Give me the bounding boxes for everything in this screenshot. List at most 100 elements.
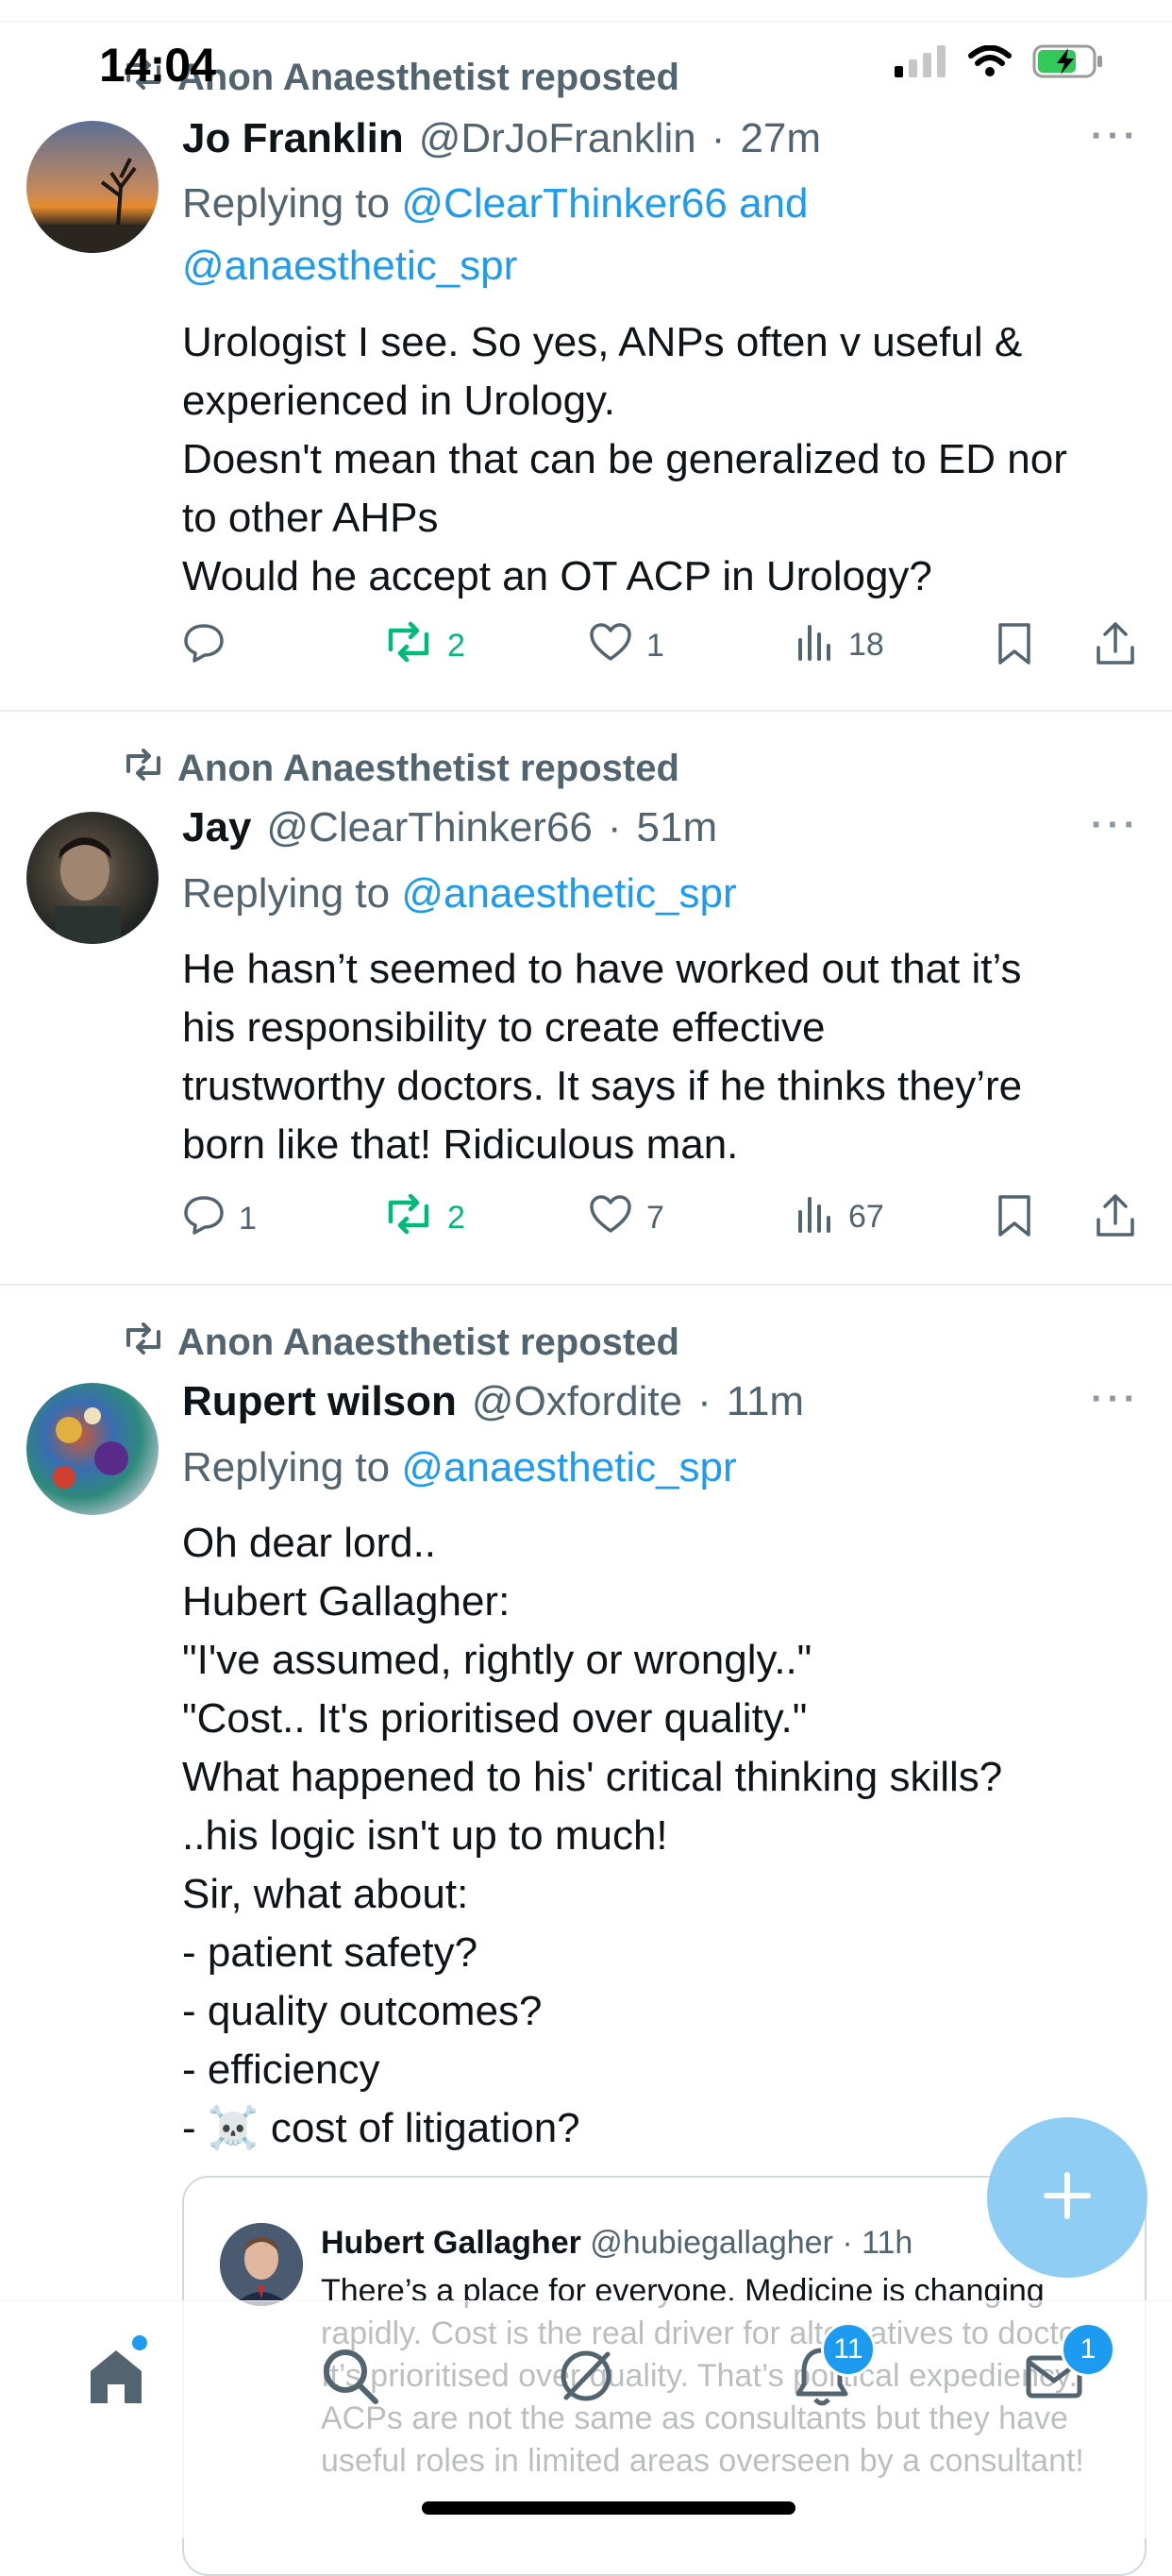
repost-small-icon — [123, 748, 164, 790]
tweet-line: Would he accept an OT ACP in Urology? — [182, 553, 932, 599]
tweet-line: Doesn't mean that can be generalized to … — [182, 436, 1067, 482]
heart-icon — [588, 1193, 633, 1243]
repost-button[interactable]: 2 — [383, 1193, 465, 1243]
repost-indicator: Anon Anaesthetist reposted — [123, 1322, 679, 1364]
cellular-signal-icon — [895, 45, 947, 82]
reply-button[interactable] — [182, 621, 239, 673]
tab-messages[interactable]: 1 — [1012, 2322, 1115, 2420]
home-icon — [83, 2343, 149, 2414]
status-bar: 14:04 — [0, 0, 1172, 123]
action-bar: 2 1 18 — [182, 621, 1145, 678]
avatar[interactable] — [26, 1383, 159, 1515]
tweet-line: ..his logic isn't up to much! — [182, 1812, 668, 1859]
avatar[interactable] — [26, 812, 159, 944]
tweet-line: Urologist I see. So yes, ANPs often v us… — [182, 319, 1023, 365]
tweet-line: trustworthy doctors. It says if he think… — [182, 1063, 1023, 1109]
tweet-line: Sir, what about: — [182, 1871, 469, 1917]
home-indicator[interactable] — [422, 2501, 795, 2515]
tweet-line: experienced in Urology. — [182, 378, 615, 424]
views-button[interactable]: 18 — [795, 621, 884, 669]
quote-author-row: Hubert Gallagher @hubiegallagher · 11h — [321, 2225, 912, 2262]
author-name[interactable]: Rupert wilson — [182, 1378, 457, 1425]
tweet-line: Hubert Gallagher: — [182, 1578, 511, 1625]
replying-to-link[interactable]: @anaesthetic_spr — [401, 1444, 736, 1490]
replying-prefix: Replying to — [182, 1444, 391, 1490]
grok-icon — [553, 2343, 619, 2414]
bookmark-button[interactable] — [996, 621, 1033, 675]
tweet-line: What happened to his' critical thinking … — [182, 1754, 1003, 1800]
separator-dot: · — [842, 2225, 853, 2261]
notifications-badge: 11 — [821, 2322, 876, 2377]
author-handle[interactable]: @ClearThinker66 — [266, 804, 592, 851]
bookmark-icon — [996, 1193, 1033, 1247]
wifi-icon — [968, 44, 1012, 82]
tweet-line: "Cost.. It's prioritised over quality." — [182, 1695, 808, 1742]
tweet-line: to other AHPs — [182, 495, 439, 541]
search-icon — [317, 2343, 383, 2414]
status-time: 14:04 — [99, 39, 216, 92]
repost-label: Anon Anaesthetist reposted — [177, 748, 679, 789]
replying-prefix: Replying to — [182, 180, 391, 227]
author-handle[interactable]: @Oxfordite — [472, 1378, 682, 1425]
tweet-time[interactable]: 11m — [727, 1378, 804, 1425]
heart-icon — [588, 621, 633, 671]
reply-button[interactable]: 1 — [182, 1193, 257, 1245]
views-button[interactable]: 67 — [795, 1193, 884, 1241]
repost-small-icon — [123, 1322, 164, 1364]
tweet-time[interactable]: 51m — [637, 804, 718, 851]
compose-button[interactable] — [987, 2117, 1147, 2278]
tab-home[interactable] — [74, 2335, 159, 2420]
like-count: 7 — [646, 1200, 664, 1236]
more-options-icon[interactable]: ··· — [1091, 804, 1140, 847]
tab-notifications[interactable]: 11 — [779, 2322, 876, 2420]
bookmark-icon — [996, 621, 1033, 675]
action-bar: 1 2 7 67 — [182, 1193, 1145, 1250]
plus-icon — [1041, 2169, 1094, 2227]
share-button[interactable] — [1094, 1193, 1137, 1247]
reply-icon — [182, 621, 226, 673]
replying-to-link[interactable]: @anaesthetic_spr — [401, 870, 736, 917]
share-button[interactable] — [1094, 621, 1137, 675]
author-row: Jay @ClearThinker66 · 51m — [182, 804, 717, 851]
quote-author-name[interactable]: Hubert Gallagher — [321, 2225, 581, 2261]
more-options-icon[interactable]: ··· — [1091, 1378, 1140, 1421]
repost-label: Anon Anaesthetist reposted — [177, 1322, 679, 1363]
repost-count: 2 — [447, 628, 465, 664]
tab-search[interactable] — [308, 2335, 393, 2420]
reply-icon — [182, 1193, 226, 1245]
views-icon — [795, 621, 835, 669]
avatar[interactable] — [26, 121, 159, 253]
repost-count: 2 — [447, 1200, 465, 1236]
share-icon — [1094, 1193, 1137, 1247]
repost-indicator: Anon Anaesthetist reposted — [123, 748, 679, 790]
repost-button[interactable]: 2 — [383, 621, 465, 671]
replying-to: Replying to @anaesthetic_spr — [182, 863, 1126, 925]
like-button[interactable]: 1 — [588, 621, 664, 671]
like-button[interactable]: 7 — [588, 1193, 664, 1243]
tab-grok[interactable] — [544, 2335, 628, 2420]
tweet-line: his responsibility to create effective — [182, 1004, 826, 1051]
repost-icon — [383, 1193, 434, 1243]
battery-charging-icon — [1032, 43, 1106, 84]
bookmark-button[interactable] — [996, 1193, 1033, 1247]
tweet-jay[interactable]: Anon Anaesthetist reposted Jay @ClearThi… — [0, 710, 1172, 1286]
quote-author-handle[interactable]: @hubiegallagher — [590, 2225, 833, 2261]
home-unread-dot — [132, 2335, 147, 2350]
replying-prefix: Replying to — [182, 870, 391, 917]
views-count: 67 — [848, 1199, 884, 1235]
separator-dot: · — [607, 804, 622, 850]
tweet-text: He hasn’t seemed to have worked out that… — [182, 940, 1145, 1174]
quote-time: 11h — [862, 2225, 913, 2261]
tweet-text: Urologist I see. So yes, ANPs often v us… — [182, 313, 1145, 606]
replying-to: Replying to @anaesthetic_spr — [182, 1437, 1126, 1499]
tweet-line: Oh dear lord.. — [182, 1520, 437, 1566]
tweet-line: He hasn’t seemed to have worked out that… — [182, 946, 1022, 992]
author-row: Rupert wilson @Oxfordite · 11m — [182, 1378, 804, 1425]
share-icon — [1094, 621, 1137, 675]
author-name[interactable]: Jay — [182, 804, 251, 851]
tweet-line: - quality outcomes? — [182, 1988, 543, 2034]
messages-badge: 1 — [1061, 2322, 1115, 2377]
quote-avatar[interactable] — [220, 2223, 303, 2306]
views-count: 18 — [848, 627, 884, 663]
tweet-text: Oh dear lord.. Hubert Gallagher: "I've a… — [182, 1514, 1145, 2158]
